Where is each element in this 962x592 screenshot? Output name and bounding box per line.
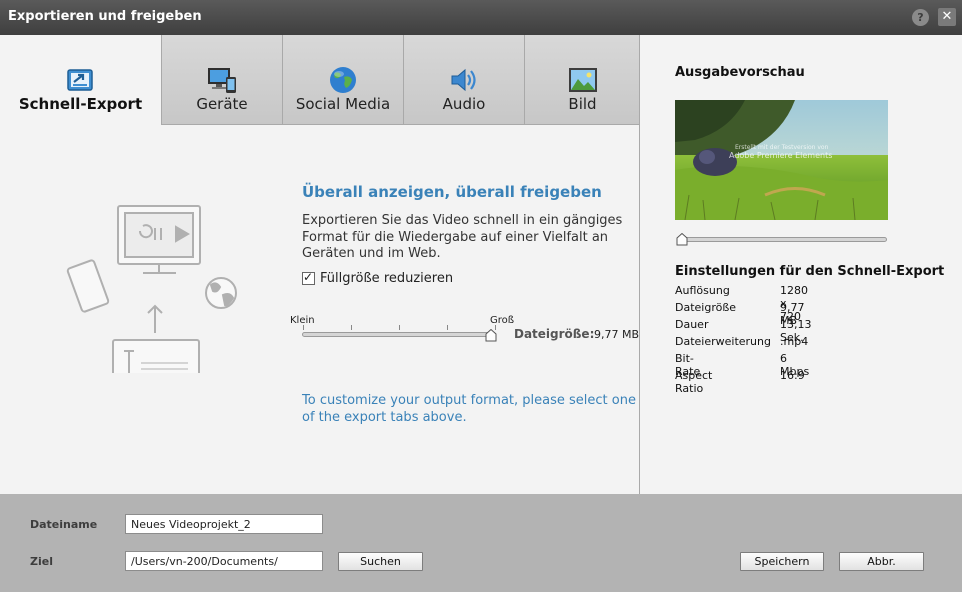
save-button[interactable]: Speichern: [740, 552, 824, 571]
preview-scrubber-thumb[interactable]: [676, 233, 688, 246]
tab-label: Audio: [442, 95, 486, 113]
customize-note: To customize your output format, please …: [302, 393, 636, 425]
tab-label: Geräte: [196, 95, 248, 113]
slider-max-label: Groß: [490, 315, 515, 326]
slider-tick: [447, 325, 448, 330]
help-icon[interactable]: ?: [912, 9, 929, 26]
reduce-size-row[interactable]: Füllgröße reduzieren: [302, 270, 454, 286]
headline: Überall anzeigen, überall freigeben: [302, 183, 602, 201]
devices-icon: [208, 68, 236, 93]
setting-value: 16:9: [780, 369, 805, 382]
size-label: Dateigröße:: [514, 327, 595, 341]
window-title: Exportieren und freigeben: [8, 9, 202, 24]
title-bar: Exportieren und freigeben ? ✕: [0, 0, 962, 35]
globe-icon: [330, 67, 356, 93]
setting-key: Dauer: [675, 318, 709, 331]
tab-quick-export[interactable]: Schnell-Export: [0, 35, 161, 125]
setting-key: Aspect Ratio: [675, 369, 713, 395]
slider-tick: [303, 325, 304, 330]
preview-scrubber[interactable]: [677, 237, 887, 242]
tab-social-media[interactable]: Social Media: [282, 35, 403, 125]
tab-label: Social Media: [295, 95, 391, 113]
tab-image[interactable]: Bild: [524, 35, 640, 125]
slider-tick: [351, 325, 352, 330]
filename-label: Dateiname: [30, 518, 98, 531]
size-slider-thumb[interactable]: [485, 329, 497, 342]
checkbox-label: Füllgröße reduzieren: [320, 271, 454, 286]
target-label: Ziel: [30, 555, 53, 568]
main-panel: Schnell-Export Geräte Social Media Audio…: [0, 35, 640, 494]
preview-watermark: Erstellt mit der Testversion von: [735, 144, 829, 151]
reduce-size-checkbox[interactable]: [302, 270, 315, 285]
tab-devices[interactable]: Geräte: [161, 35, 282, 125]
preview-title: Ausgabevorschau: [675, 65, 805, 80]
description: Exportieren Sie das Video schnell in ein…: [302, 213, 623, 261]
tab-label: Bild: [568, 95, 597, 113]
browse-button[interactable]: Suchen: [338, 552, 423, 571]
export-illustration: [66, 205, 237, 373]
close-icon[interactable]: ✕: [938, 8, 956, 26]
output-preview-panel: Ausgabevorschau Erstellt mit der Testver…: [640, 35, 962, 494]
size-slider[interactable]: [302, 332, 496, 337]
setting-key: Auflösung: [675, 284, 730, 297]
size-value: 9,77 MB: [594, 328, 640, 341]
tab-audio[interactable]: Audio: [403, 35, 524, 125]
video-preview: Erstellt mit der Testversion von Adobe P…: [675, 100, 888, 220]
quick-export-icon: [66, 69, 93, 91]
picture-icon: [568, 68, 597, 92]
cancel-button[interactable]: Abbr.: [839, 552, 924, 571]
filename-input[interactable]: [125, 514, 323, 534]
setting-key: Dateigröße: [675, 301, 737, 314]
export-tabs: Schnell-Export Geräte Social Media Audio…: [0, 35, 640, 125]
speaker-icon: [451, 68, 476, 92]
slider-tick: [399, 325, 400, 330]
preview-watermark: Adobe Premiere Elements: [729, 151, 833, 160]
setting-value: .mp4: [780, 335, 809, 348]
setting-key: Dateierweiterung: [675, 335, 771, 348]
settings-title: Einstellungen für den Schnell-Export: [675, 264, 945, 279]
footer: Dateiname Ziel Suchen Speichern Abbr.: [0, 494, 962, 592]
tab-label: Schnell-Export: [18, 95, 143, 113]
target-path-input[interactable]: [125, 551, 323, 571]
